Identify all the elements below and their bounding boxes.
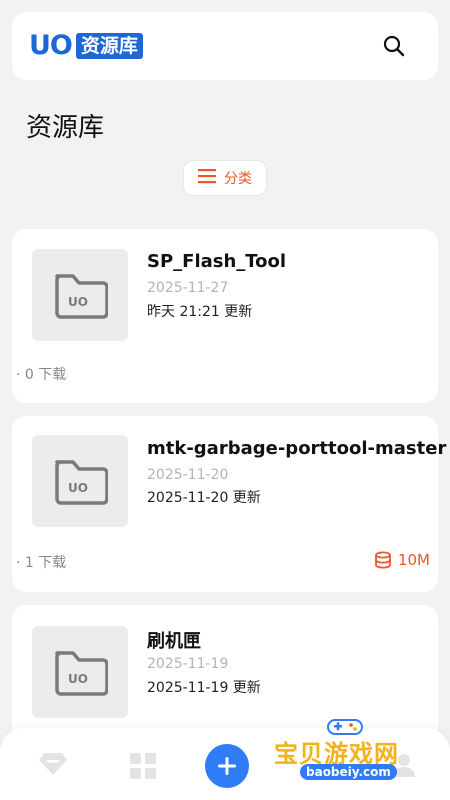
download-count: · 0 下载 [16,367,67,383]
search-icon[interactable] [382,34,406,58]
database-icon [375,551,391,569]
watermark-url: baobeiy.com [300,764,397,780]
resource-updated: 2025-11-20 更新 [147,490,261,506]
resource-title[interactable]: SP_Flash_Tool [147,251,286,272]
folder-icon: UO [55,274,108,319]
page-title: 资源库 [26,113,105,143]
top-bar: UO 资源库 [12,12,438,80]
svg-text:UO: UO [68,295,88,309]
resource-date: 2025-11-20 [147,467,229,483]
folder-thumbnail: UO [32,435,128,527]
resource-title[interactable]: mtk-garbage-porttool-master [147,438,446,459]
resource-date: 2025-11-19 [147,656,229,672]
folder-icon: UO [55,460,108,505]
app-logo[interactable]: UO 资源库 [29,32,143,60]
resource-card[interactable]: UO mtk-garbage-porttool-master 2025-11-2… [12,416,446,592]
file-size: 10M [374,551,430,569]
add-button[interactable] [205,744,249,788]
svg-text:UO: UO [68,672,88,686]
folder-thumbnail: UO [32,626,128,718]
logo-mark: UO [29,30,73,61]
menu-icon [198,168,216,188]
resource-date: 2025-11-27 [147,280,229,296]
plus-icon [218,757,236,775]
download-count: · 1 下载 [16,555,67,571]
diamond-icon[interactable] [38,752,68,780]
resource-updated: 昨天 21:21 更新 [147,304,253,320]
folder-icon: UO [55,651,108,696]
folder-thumbnail: UO [32,249,128,341]
grid-icon[interactable] [129,752,157,784]
resource-title[interactable]: 刷机匣 [147,627,201,653]
watermark: 宝贝游戏网 baobeiy.com [272,716,442,786]
category-button[interactable]: 分类 [183,160,267,196]
svg-text:UO: UO [68,481,88,495]
resource-updated: 2025-11-19 更新 [147,680,261,696]
resource-card[interactable]: UO SP_Flash_Tool 2025-11-27 昨天 21:21 更新 … [12,229,438,403]
logo-text: 资源库 [75,33,143,59]
file-size-value: 10M [397,551,430,569]
category-label: 分类 [224,171,252,187]
